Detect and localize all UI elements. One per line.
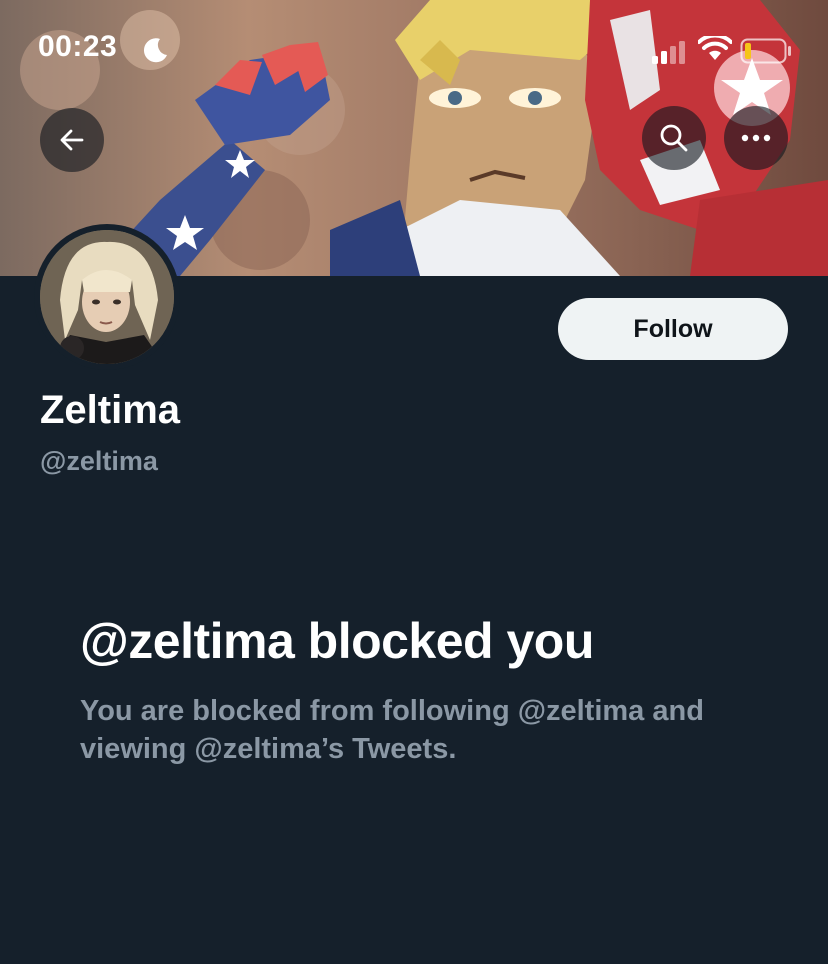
blocked-description: You are blocked from following @zeltima … xyxy=(80,695,704,765)
avatar[interactable] xyxy=(34,224,180,370)
wifi-icon xyxy=(697,33,733,67)
display-name: Zeltima xyxy=(40,388,181,432)
back-button[interactable] xyxy=(40,108,104,172)
search-icon xyxy=(660,124,688,152)
arrow-left-icon xyxy=(60,129,84,151)
avatar-image xyxy=(40,230,174,364)
status-bar: 00:23 xyxy=(0,0,828,100)
battery-icon xyxy=(740,38,792,69)
status-time: 00:23 xyxy=(38,30,118,63)
follow-button[interactable]: Follow xyxy=(558,298,788,360)
search-button[interactable] xyxy=(642,106,706,170)
cellular-signal-icon xyxy=(652,40,688,69)
moon-icon xyxy=(142,36,170,69)
profile-page: 00:23 Follow Zeltima @zeltima @zeltima b… xyxy=(0,0,828,964)
more-horizontal-icon xyxy=(741,134,771,142)
user-handle: @zeltima xyxy=(40,446,158,476)
more-options-button[interactable] xyxy=(724,106,788,170)
blocked-title: @zeltima blocked you xyxy=(80,613,594,669)
